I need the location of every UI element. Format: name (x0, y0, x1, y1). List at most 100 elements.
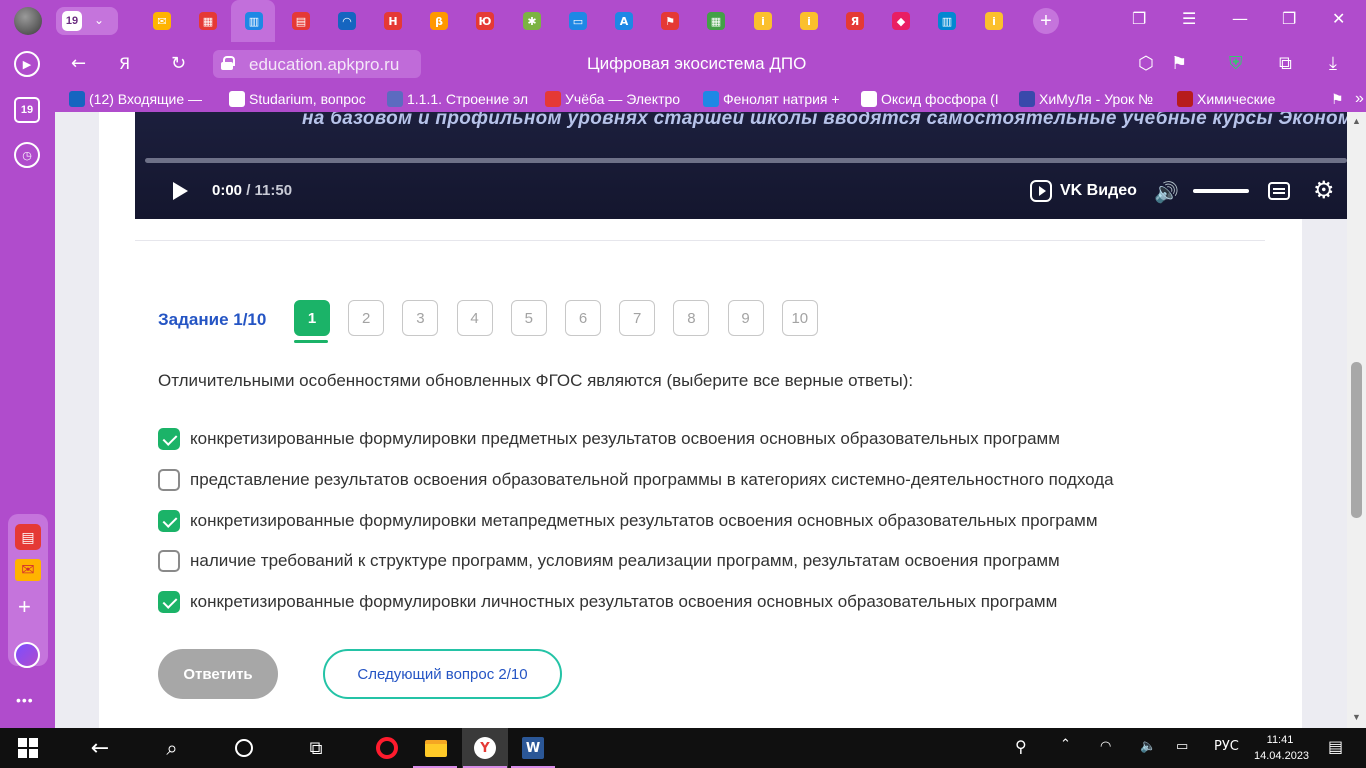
browser-tab[interactable]: ▥ (240, 7, 268, 35)
calendar-icon[interactable]: 19 (14, 97, 40, 123)
opera-icon[interactable] (375, 736, 399, 760)
subtitles-icon[interactable] (1268, 182, 1290, 200)
add-panel-icon[interactable]: + (18, 594, 31, 620)
checkbox[interactable] (158, 550, 180, 573)
browser-tab[interactable]: β (425, 7, 453, 35)
checkbox[interactable] (158, 591, 180, 614)
tab-counter[interactable]: 19 ⌄ (56, 7, 118, 35)
browser-tab[interactable]: ▭ (564, 7, 592, 35)
browser-tab[interactable]: ▦ (194, 7, 222, 35)
checkbox[interactable] (158, 428, 180, 450)
volume-icon[interactable]: 🔈 (1140, 739, 1156, 754)
question-nav-button[interactable]: 2 (348, 300, 385, 336)
bookmark-item[interactable]: (12) Входящие — (69, 90, 219, 108)
history-icon[interactable]: ◷ (14, 142, 40, 168)
back-icon[interactable]: ← (71, 53, 86, 74)
scrollbar-thumb[interactable] (1351, 362, 1362, 518)
browser-tab[interactable]: ◠ (333, 7, 361, 35)
restore-icon[interactable]: ❐ (1282, 9, 1296, 28)
profile-avatar[interactable] (14, 7, 42, 35)
checkbox[interactable] (158, 509, 180, 532)
file-explorer-icon[interactable] (424, 736, 448, 760)
settings-icon[interactable]: ⚙ (1313, 176, 1335, 204)
play-icon[interactable]: ▶ (14, 51, 40, 77)
menu-icon[interactable]: ☰ (1182, 9, 1196, 28)
task-view-icon[interactable]: ⧉ (304, 736, 328, 760)
flag-uk-icon[interactable]: ⚑ (1331, 90, 1344, 108)
yandex-icon[interactable]: Я (119, 54, 130, 73)
video-progress-bar[interactable] (145, 158, 1347, 163)
collections-icon[interactable]: ⧉ (1279, 53, 1292, 74)
answer-option[interactable]: конкретизированные формулировки личностн… (158, 590, 1057, 614)
minimize-icon[interactable]: — (1232, 9, 1248, 28)
new-tab-button[interactable]: + (1032, 7, 1060, 35)
bookmark-item[interactable]: Фенолят натрия + (703, 90, 853, 108)
next-question-button[interactable]: Следующий вопрос 2/10 (323, 649, 562, 699)
question-nav-button[interactable]: 10 (781, 300, 818, 336)
bookmark-icon[interactable]: ⚑ (1171, 53, 1187, 74)
search-icon[interactable]: ⌕ (160, 736, 184, 760)
yandex-browser-icon[interactable]: Y (473, 736, 497, 760)
browser-tab[interactable]: ▥ (933, 7, 961, 35)
vk-video-brand[interactable]: VK Видео (1030, 180, 1137, 202)
browser-tab[interactable]: ◆ (887, 7, 915, 35)
tab-manager-icon[interactable]: ❐ (1132, 9, 1146, 28)
word-icon[interactable]: W (521, 736, 545, 760)
browser-tab[interactable]: i (795, 7, 823, 35)
alice-icon[interactable] (14, 642, 40, 668)
browser-tab[interactable]: A (610, 7, 638, 35)
browser-tab[interactable]: ⚑ (656, 7, 684, 35)
people-icon[interactable]: ⚲ (1015, 737, 1027, 756)
scroll-up-icon[interactable]: ▲ (1352, 116, 1361, 126)
download-icon[interactable]: ⤓ (1329, 53, 1337, 74)
question-nav-button[interactable]: 8 (673, 300, 710, 336)
answer-option[interactable]: наличие требований к структуре программ,… (158, 549, 1060, 573)
notifications-icon[interactable]: ▤ (1328, 737, 1343, 756)
question-nav-button[interactable]: 3 (402, 300, 439, 336)
close-icon[interactable]: ✕ (1332, 9, 1345, 28)
language-indicator[interactable]: РУС (1214, 739, 1239, 754)
browser-tab[interactable]: ✱ (518, 7, 546, 35)
mail-icon[interactable]: ✉ (15, 559, 41, 581)
back-icon[interactable]: ← (88, 736, 112, 761)
browser-tab[interactable]: ▦ (702, 7, 730, 35)
answer-button[interactable]: Ответить (158, 649, 278, 699)
browser-tab[interactable]: ✉ (148, 7, 176, 35)
shield-icon[interactable]: ⛨ (1229, 53, 1243, 74)
browser-tab[interactable]: ▤ (287, 7, 315, 35)
browser-tab[interactable]: i (980, 7, 1008, 35)
show-hidden-icon[interactable]: ⌃ (1060, 737, 1071, 752)
video-player[interactable]: на базовом и профильном уровнях старшей … (135, 112, 1347, 219)
answer-option[interactable]: конкретизированные формулировки предметн… (158, 427, 1060, 451)
wifi-icon[interactable]: ◠ (1100, 739, 1111, 754)
cortana-icon[interactable] (232, 736, 256, 760)
keyboard-icon[interactable]: ▭ (1176, 739, 1188, 754)
bookmark-item[interactable]: Оксид фосфора (I (861, 90, 1011, 108)
browser-tab[interactable]: Н (379, 7, 407, 35)
play-icon[interactable] (173, 182, 188, 200)
bookmark-item[interactable]: Химические (1177, 90, 1327, 108)
url-field[interactable]: education.apkpro.ru (213, 50, 421, 78)
scroll-down-icon[interactable]: ▼ (1352, 712, 1361, 722)
extensions-icon[interactable]: ⬡ (1138, 53, 1154, 74)
question-nav-button[interactable]: 9 (727, 300, 764, 336)
volume-icon[interactable]: 🔊 (1154, 180, 1179, 204)
answer-option[interactable]: конкретизированные формулировки метапред… (158, 509, 1098, 533)
clock[interactable]: 11:41 14.04.2023 (1254, 732, 1309, 764)
scrollbar[interactable]: ▲ ▼ (1347, 112, 1366, 728)
question-nav-button[interactable]: 1 (294, 300, 330, 336)
document-icon[interactable]: ▤ (15, 524, 41, 550)
reload-icon[interactable]: ↻ (171, 53, 186, 74)
browser-tab[interactable]: Ю (471, 7, 499, 35)
bookmark-item[interactable]: ХиМуЛя - Урок № (1019, 90, 1169, 108)
question-nav-button[interactable]: 4 (456, 300, 493, 336)
answer-option[interactable]: представление результатов освоения образ… (158, 468, 1114, 492)
question-nav-button[interactable]: 6 (565, 300, 601, 336)
question-nav-button[interactable]: 7 (619, 300, 656, 336)
volume-slider[interactable] (1193, 189, 1249, 193)
checkbox[interactable] (158, 468, 180, 491)
bookmark-item[interactable]: 1.1.1. Строение эл (387, 90, 537, 108)
browser-tab[interactable]: Я (841, 7, 869, 35)
question-nav-button[interactable]: 5 (510, 300, 547, 336)
bookmark-item[interactable]: Studarium, вопрос (229, 90, 379, 108)
